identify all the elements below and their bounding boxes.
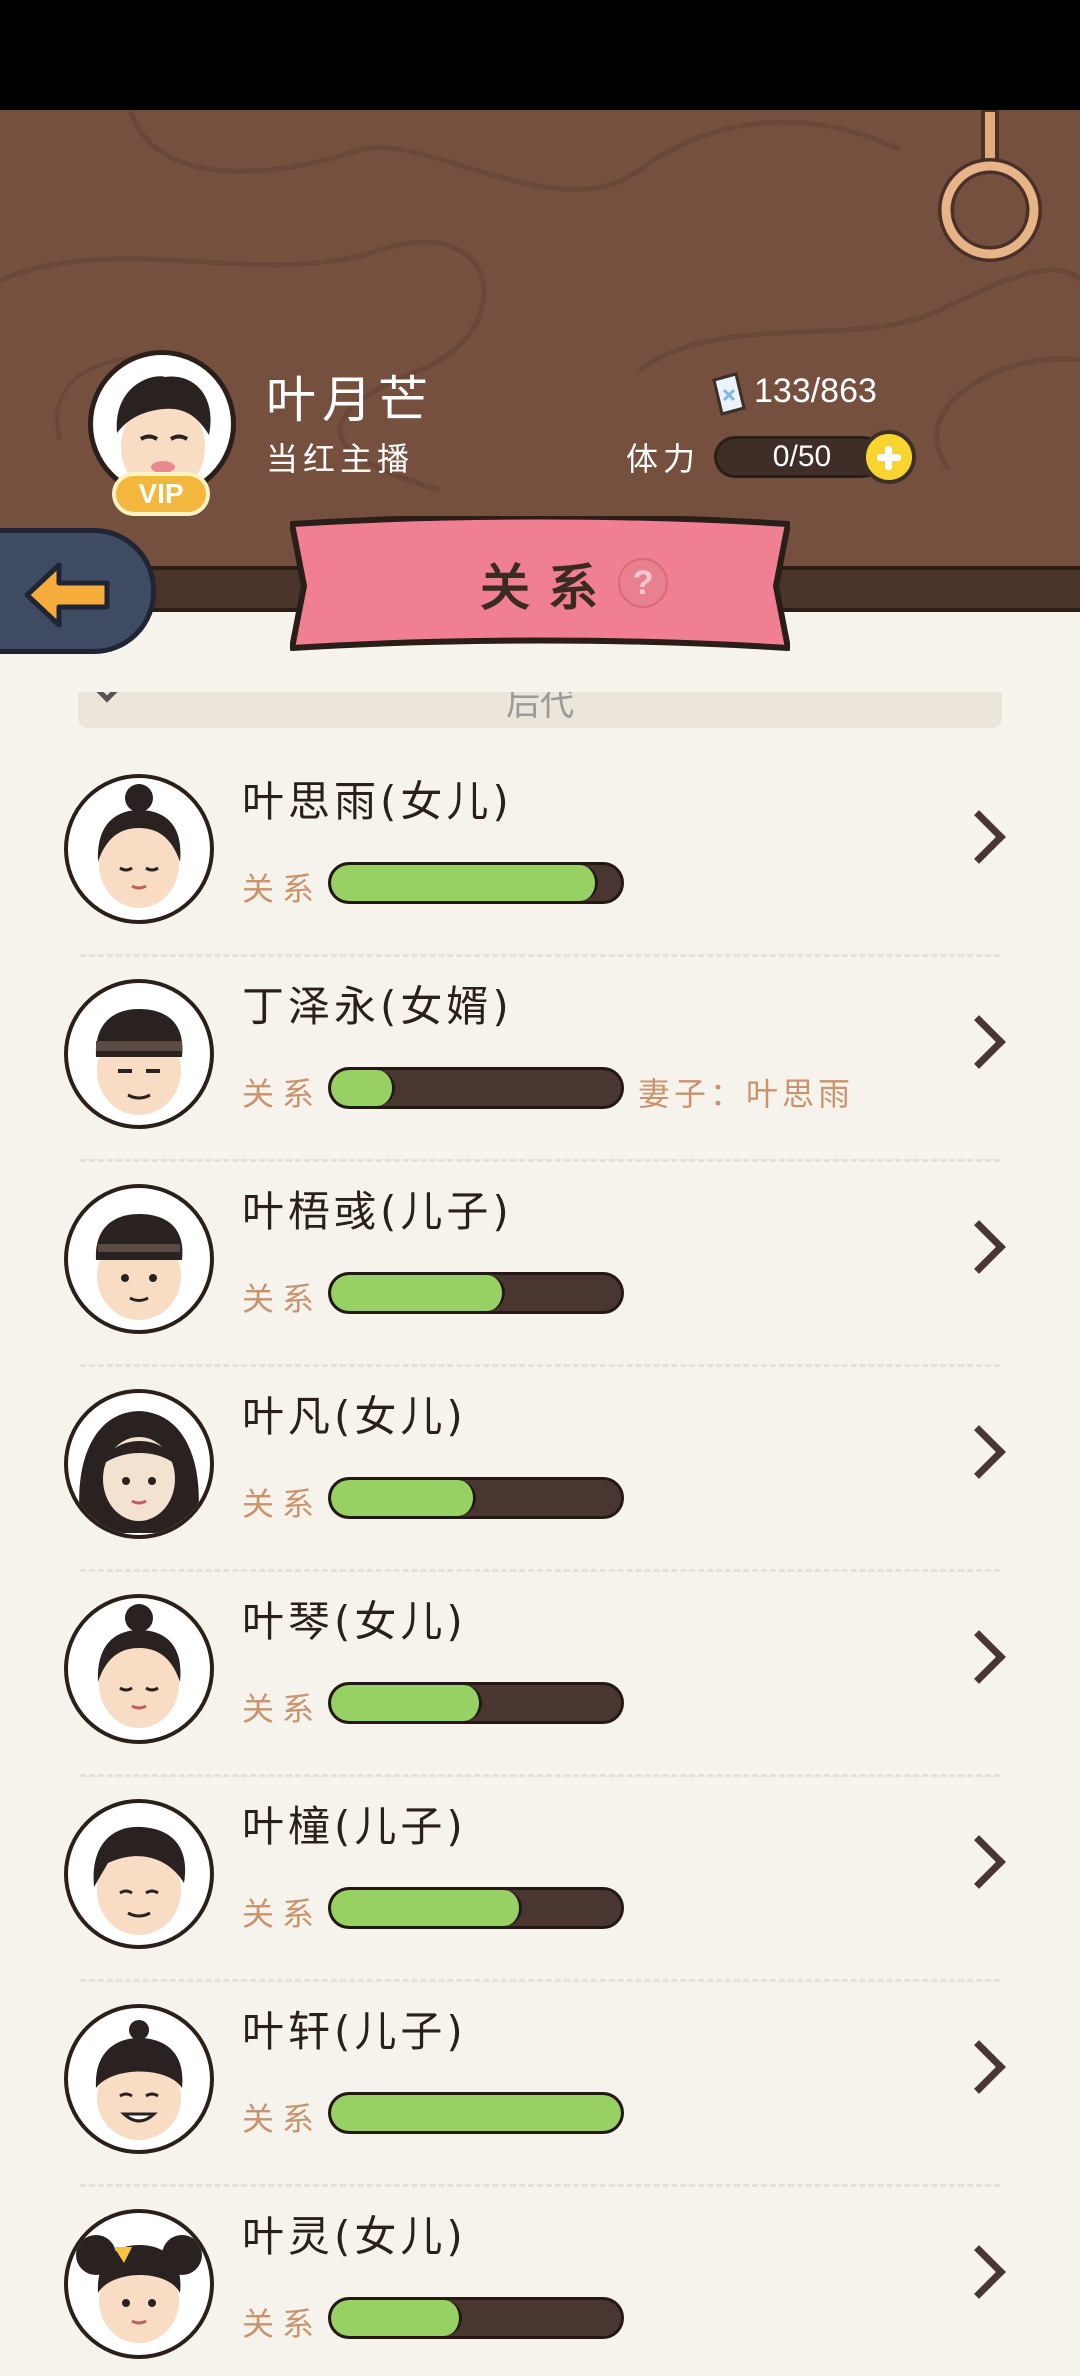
chevron-right-icon[interactable] xyxy=(952,1425,1006,1479)
relationship-bar xyxy=(328,1682,624,1724)
member-name: 叶灵(女儿) xyxy=(242,2212,467,2261)
vip-badge: VIP xyxy=(112,472,210,516)
member-name: 叶梧彧(儿子) xyxy=(242,1187,513,1236)
girl-bun-icon xyxy=(97,784,181,908)
relationship-label: 关系 xyxy=(242,1895,323,1933)
relation-row[interactable]: 叶梧彧(儿子) 关系 xyxy=(0,1116,1080,1367)
member-avatar xyxy=(64,1594,214,1744)
back-arrow-icon xyxy=(24,562,110,628)
member-avatar xyxy=(64,2004,214,2154)
relation-row[interactable]: 丁泽永(女婿) 关系 妻子：叶思雨 xyxy=(0,911,1080,1162)
add-stamina-button[interactable] xyxy=(862,430,916,484)
relation-row[interactable]: 叶灵(女儿) 关系 xyxy=(0,2141,1080,2359)
ticket-count: 133/863 xyxy=(754,372,877,410)
relation-row[interactable]: 叶凡(女儿) 关系 xyxy=(0,1321,1080,1572)
relationship-bar xyxy=(328,1477,624,1519)
chevron-right-icon[interactable] xyxy=(952,1835,1006,1889)
hanging-ring-icon[interactable] xyxy=(935,110,1045,270)
relationship-label: 关系 xyxy=(242,1690,323,1728)
member-avatar xyxy=(64,1389,214,1539)
player-title: 当红主播 xyxy=(266,440,415,478)
relationship-label: 关系 xyxy=(242,1075,323,1113)
relation-row[interactable]: 叶轩(儿子) 关系 xyxy=(0,1936,1080,2187)
member-avatar xyxy=(64,2209,214,2359)
ticket-icon xyxy=(712,372,746,416)
member-name: 叶轩(儿子) xyxy=(242,2007,467,2056)
relationship-bar xyxy=(328,1887,624,1929)
boy-topknot-icon xyxy=(95,2020,183,2140)
relationship-label: 关系 xyxy=(242,2100,323,2138)
help-icon[interactable]: ? xyxy=(618,558,668,608)
relationship-bar-fill xyxy=(331,1480,476,1516)
member-name: 叶凡(女儿) xyxy=(242,1392,467,1441)
relationship-bar-fill xyxy=(331,2300,462,2336)
member-avatar xyxy=(64,979,214,1129)
chevron-right-icon[interactable] xyxy=(952,1015,1006,1069)
status-bar xyxy=(0,0,1080,110)
relationship-label: 关系 xyxy=(242,2305,323,2343)
spouse-label: 妻子：叶思雨 xyxy=(638,1075,855,1113)
relationship-bar-fill xyxy=(331,865,598,901)
relationship-bar xyxy=(328,1067,624,1109)
relationship-bar xyxy=(328,2092,624,2134)
relationship-list: 后代 叶思雨(女儿) 关系 丁泽永(女婿) 关系 妻子：叶思雨 叶梧彧(儿子) 关系 叶凡(女… xyxy=(0,692,1080,2376)
member-avatar xyxy=(64,1184,214,1334)
player-name: 叶月芒 xyxy=(266,371,434,429)
screen: VIP 叶月芒 当红主播 133/863 体力 0/50 关系 ? 后代 叶思雨… xyxy=(0,0,1080,2376)
back-button[interactable] xyxy=(0,528,156,654)
chevron-right-icon[interactable] xyxy=(952,810,1006,864)
relation-row[interactable]: 叶琴(女儿) 关系 xyxy=(0,1526,1080,1777)
relationship-bar-fill xyxy=(331,1890,523,1926)
relationship-bar-fill xyxy=(331,1275,505,1311)
girl-twinbuns-icon xyxy=(76,2235,202,2343)
page-title: 关系 xyxy=(480,559,616,617)
relationship-label: 关系 xyxy=(242,1280,323,1318)
boy-icon xyxy=(93,1826,186,1935)
girl-longhair-icon xyxy=(79,1411,199,1533)
stamina-label: 体力 xyxy=(626,440,701,478)
relationship-bar xyxy=(328,1272,624,1314)
relationship-bar-fill xyxy=(331,2095,621,2131)
relationship-bar xyxy=(328,862,624,904)
relation-row[interactable]: 叶思雨(女儿) 关系 xyxy=(0,706,1080,957)
relationship-label: 关系 xyxy=(242,870,323,908)
relationship-label: 关系 xyxy=(242,1485,323,1523)
member-name: 叶橦(儿子) xyxy=(242,1802,467,1851)
chevron-right-icon[interactable] xyxy=(952,2245,1006,2299)
relationship-bar-fill xyxy=(331,1070,395,1106)
member-name: 丁泽永(女婿) xyxy=(242,982,513,1031)
relationship-bar-fill xyxy=(331,1685,482,1721)
relationship-bar xyxy=(328,2297,624,2339)
member-avatar xyxy=(64,1799,214,1949)
relation-row[interactable]: 叶橦(儿子) 关系 xyxy=(0,1731,1080,1982)
chevron-right-icon[interactable] xyxy=(952,1220,1006,1274)
member-name: 叶琴(女儿) xyxy=(242,1597,467,1646)
member-name: 叶思雨(女儿) xyxy=(242,777,513,826)
member-avatar xyxy=(64,774,214,924)
chevron-right-icon[interactable] xyxy=(952,1630,1006,1684)
stamina-bar: 0/50 xyxy=(714,436,884,478)
chevron-right-icon[interactable] xyxy=(952,2040,1006,2094)
man-headband-icon xyxy=(95,1009,183,1115)
girl-bun-icon xyxy=(97,1604,181,1728)
boy-headband-icon xyxy=(95,1214,183,1320)
